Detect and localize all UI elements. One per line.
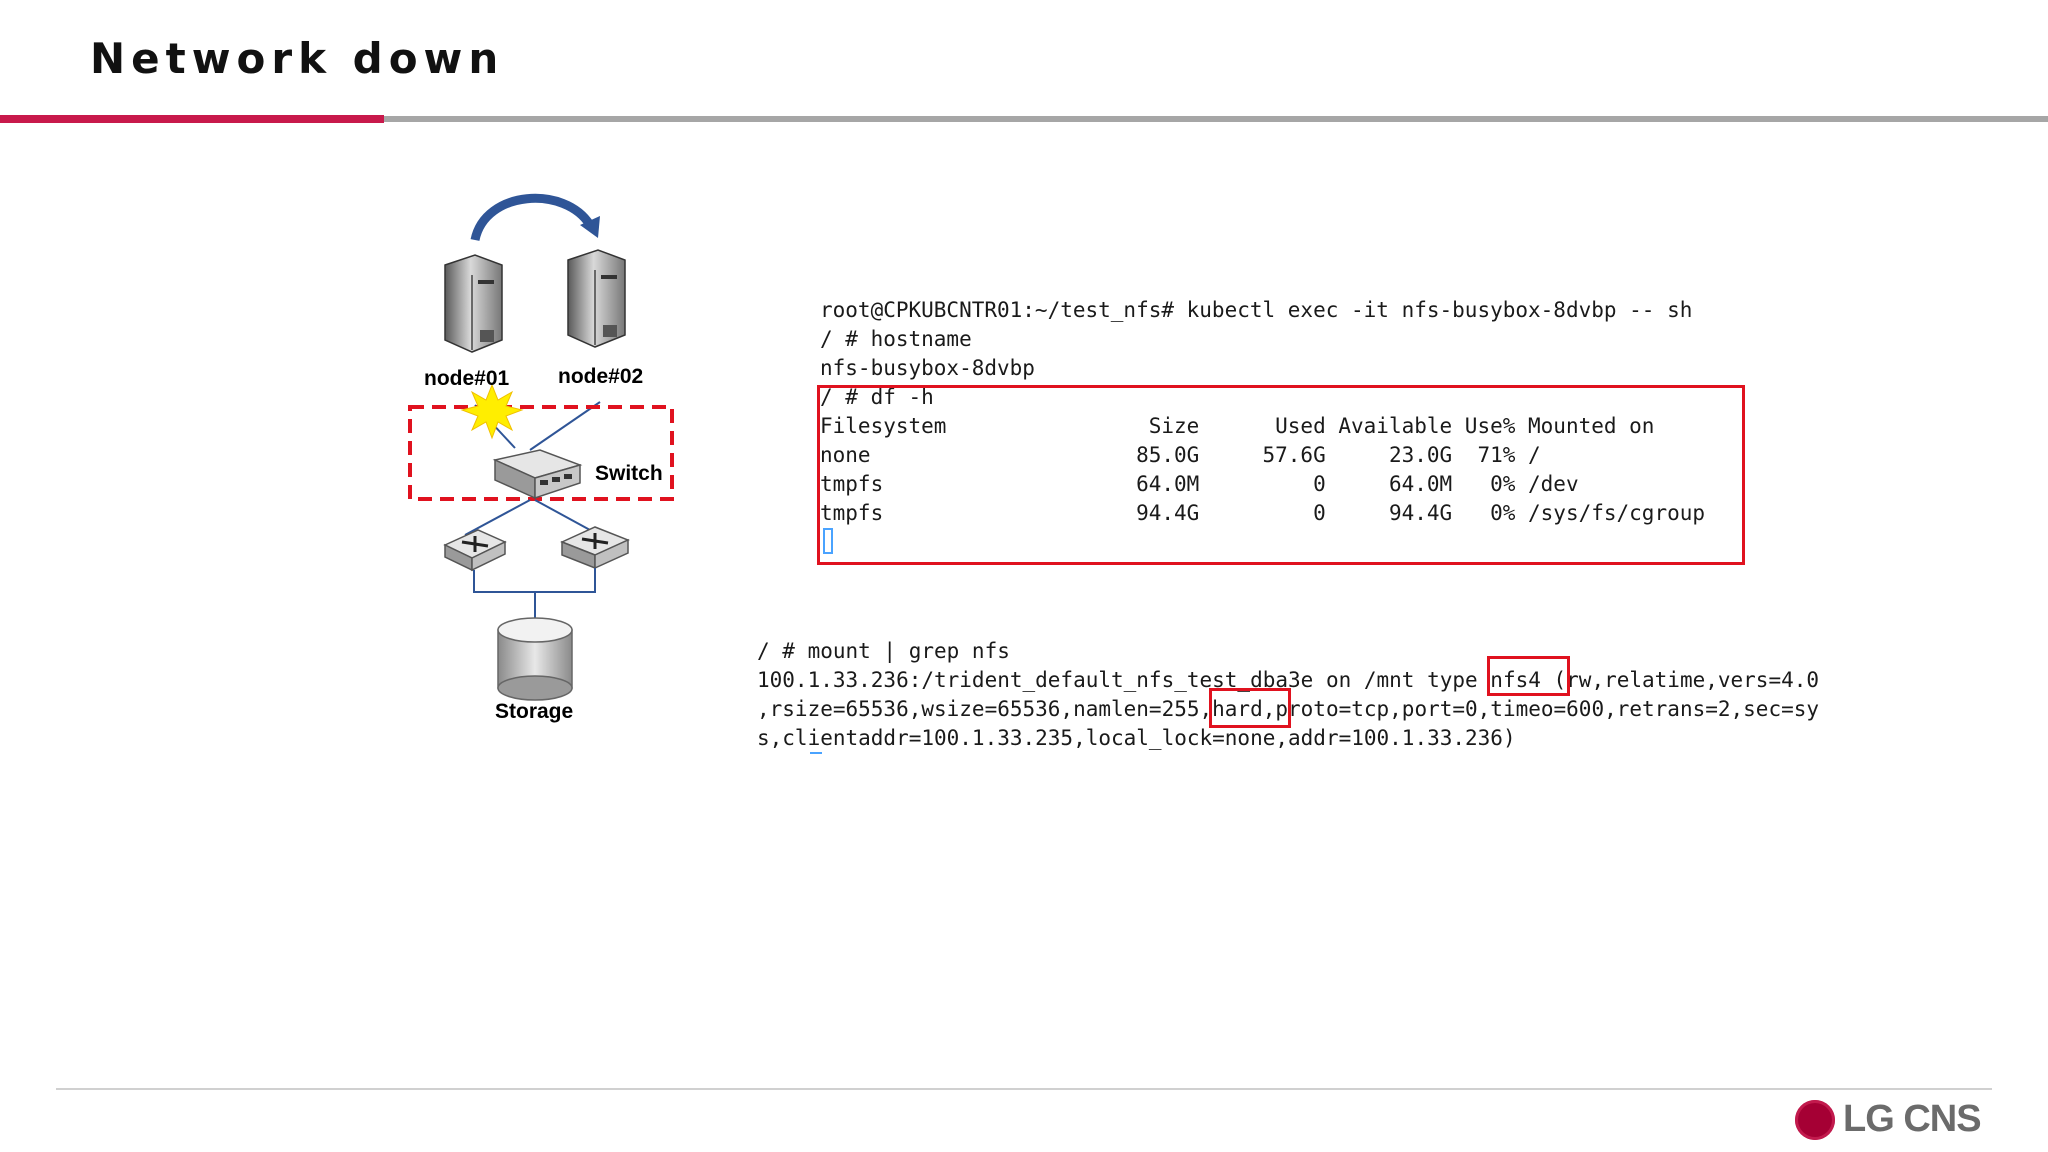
slide-title: Network down [90, 34, 505, 83]
server-icon [444, 254, 503, 353]
terminal-line: nfs-busybox-8dvbp [820, 356, 1035, 380]
terminal-cursor [823, 528, 833, 554]
network-diagram: node#01 node#02 Switch Storage [400, 180, 720, 740]
footer-divider [56, 1088, 1992, 1090]
failure-burst-icon [460, 383, 524, 440]
logo-text: LG CNS [1843, 1098, 1982, 1140]
switch-label: Switch [595, 462, 663, 485]
terminal-line: / # hostname [820, 327, 972, 351]
node1-label: node#01 [424, 367, 510, 390]
df-output-highlight [817, 385, 1745, 565]
hard-option-highlight [1209, 688, 1291, 728]
storage-icon [497, 617, 573, 701]
router-icon [560, 526, 630, 570]
network-diagram-graphic [408, 193, 674, 701]
failover-arrow-icon [470, 193, 600, 242]
server-icon [567, 249, 626, 348]
router-icon [443, 529, 507, 572]
terminal-line: s,clientaddr=100.1.33.235,local_lock=non… [757, 726, 1516, 750]
node2-label: node#02 [558, 365, 644, 388]
switch-icon [492, 449, 583, 500]
lg-logo-icon [1795, 1100, 1835, 1140]
title-underline [384, 116, 2048, 122]
terminal-line: / # mount | grep nfs [757, 639, 1010, 663]
title-underline-accent [0, 115, 384, 123]
company-logo: LG CNS [1795, 1098, 1995, 1144]
terminal-line: root@CPKUBCNTR01:~/test_nfs# kubectl exe… [820, 298, 1693, 322]
storage-label: Storage [495, 700, 574, 723]
nfs4-highlight [1487, 656, 1570, 696]
text-caret [810, 752, 822, 754]
